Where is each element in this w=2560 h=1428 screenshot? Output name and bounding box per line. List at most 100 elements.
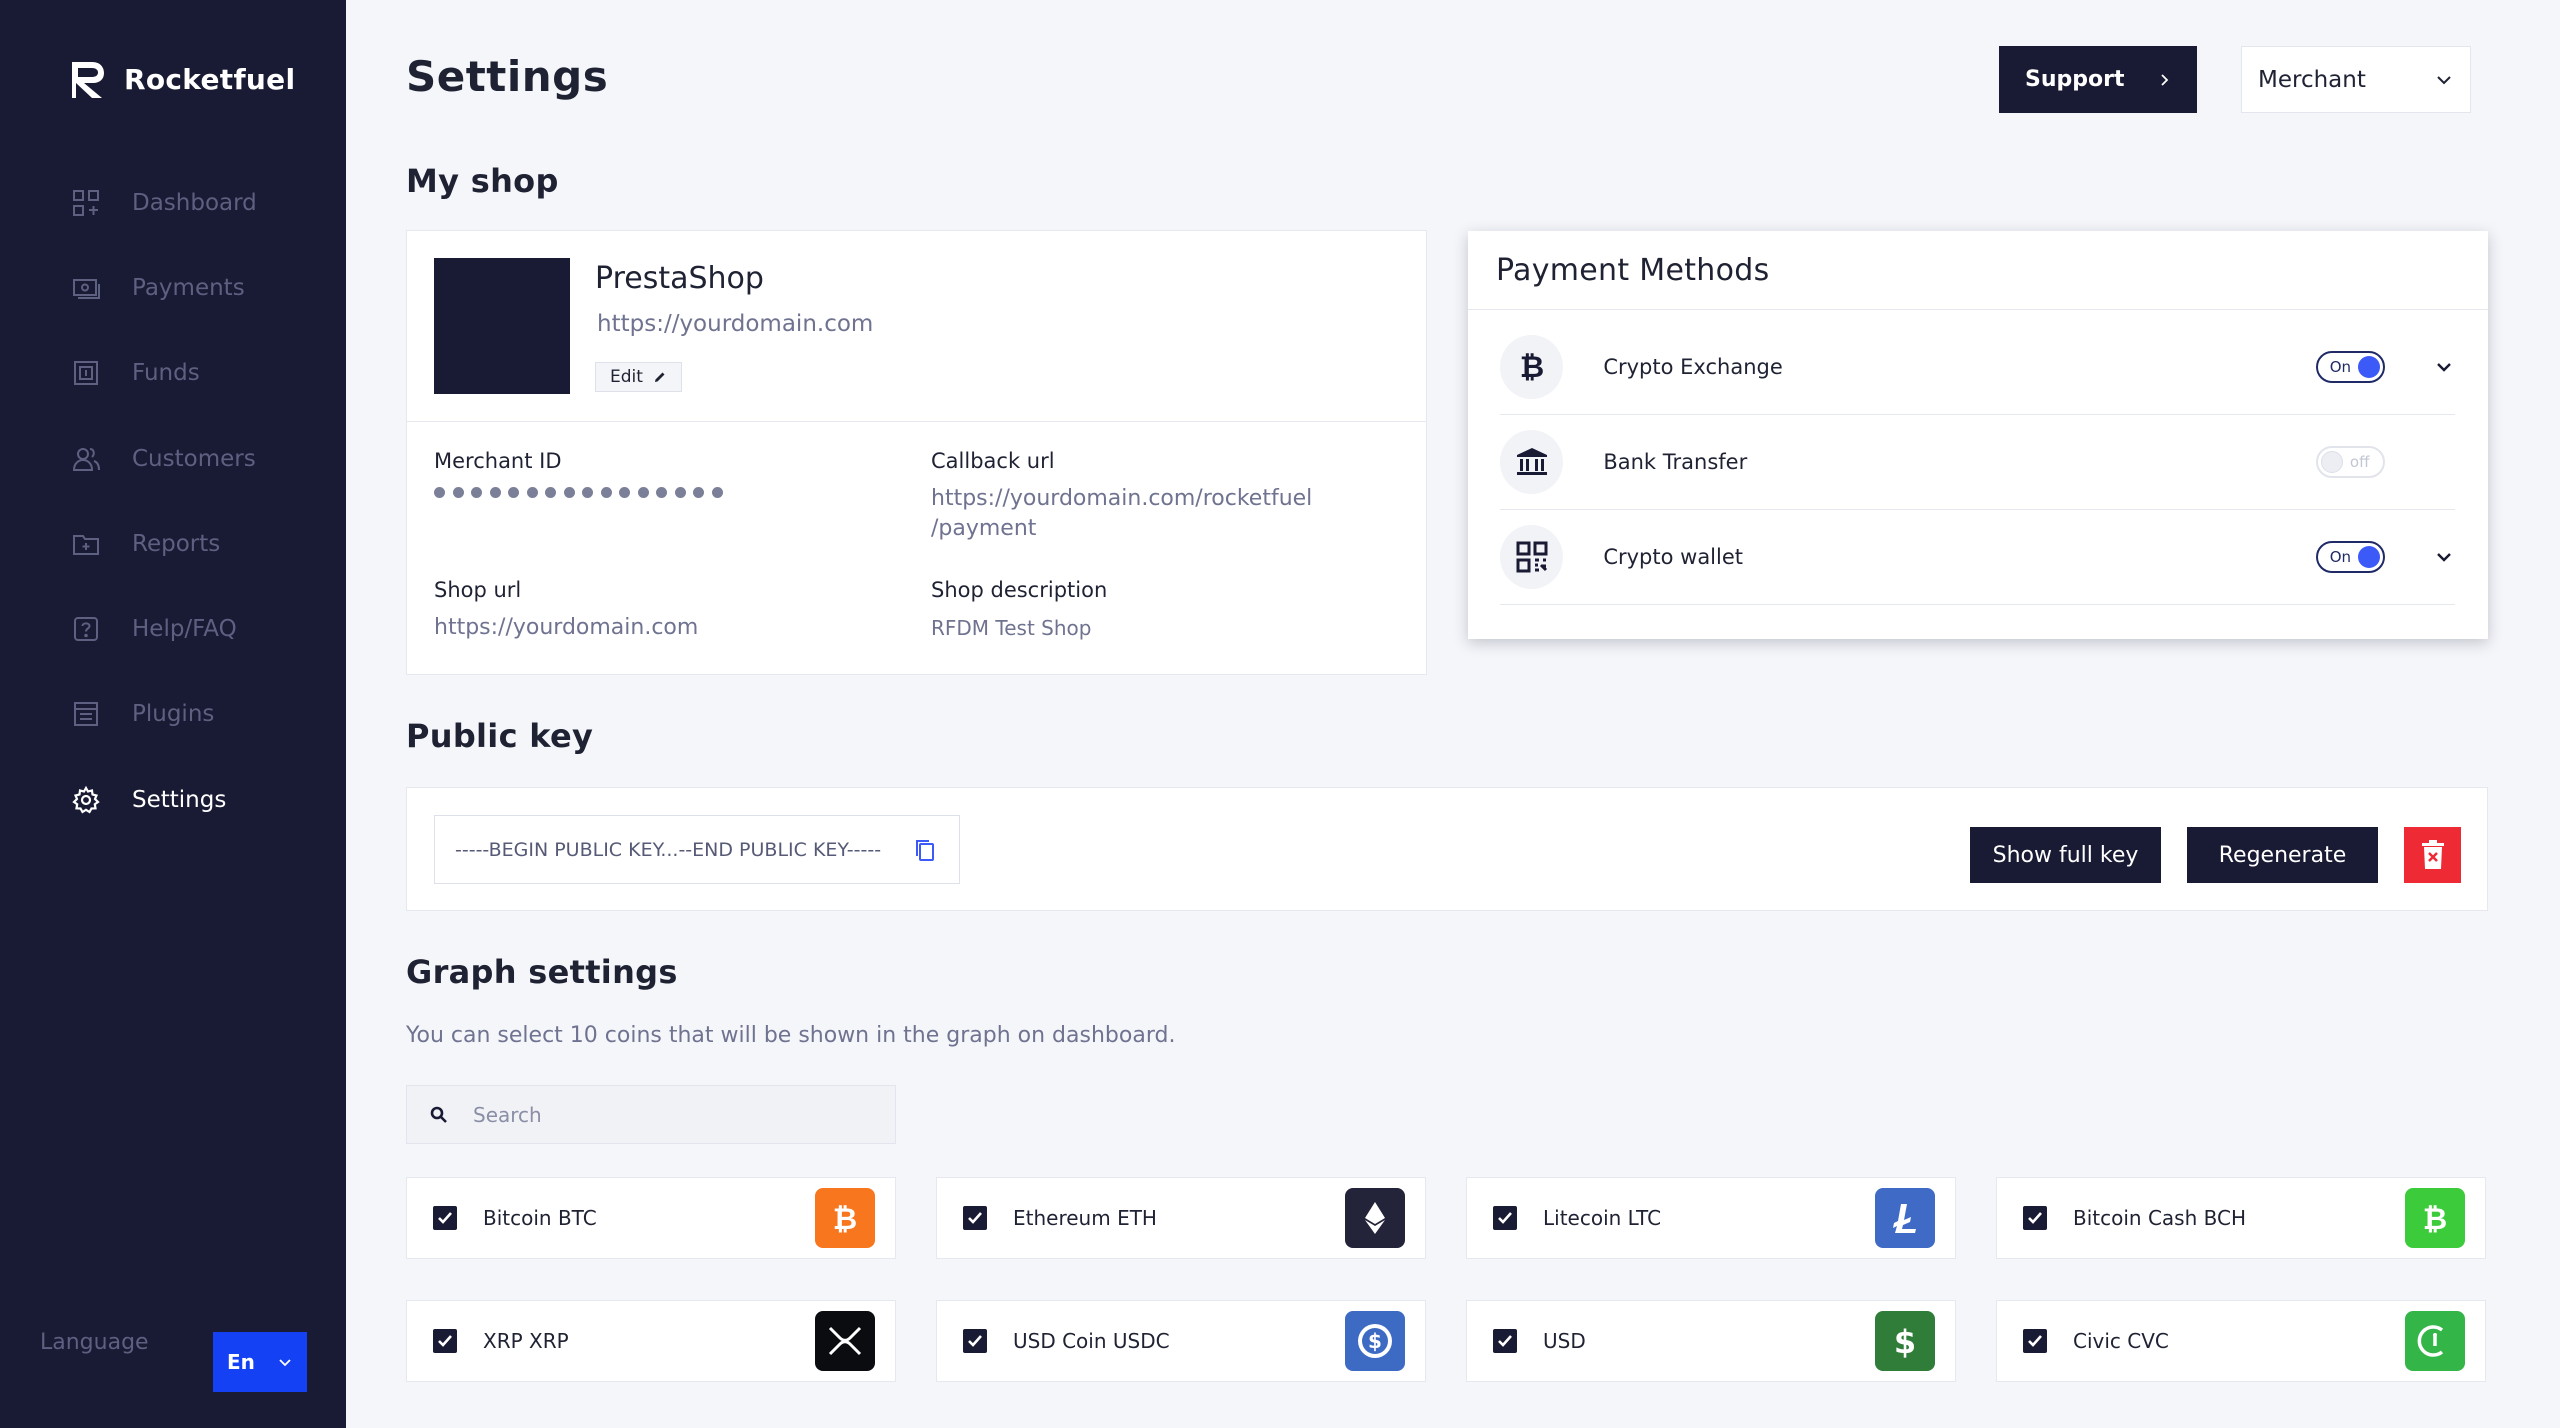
coin-name: Bitcoin Cash BCH <box>2073 1206 2246 1230</box>
coin-card[interactable]: USD Coin USDC $ <box>936 1300 1426 1382</box>
dashboard-icon <box>70 187 102 219</box>
shop-card: PrestaShop https://yourdomain.com Edit M… <box>406 230 1427 675</box>
svg-text:₿: ₿ <box>1519 350 1543 385</box>
divider <box>1468 309 2488 310</box>
coin-checkbox[interactable] <box>433 1329 457 1353</box>
sidebar-item-customers[interactable]: Customers <box>0 416 346 501</box>
sidebar-item-label: Dashboard <box>132 189 257 216</box>
sidebar-item-plugins[interactable]: Plugins <box>0 672 346 757</box>
coin-name: Bitcoin BTC <box>483 1206 597 1230</box>
delete-key-button[interactable] <box>2404 827 2461 883</box>
payment-method-label: Crypto Exchange <box>1603 355 1783 379</box>
bank-transfer-toggle[interactable]: off <box>2315 446 2386 478</box>
sidebar-item-label: Customers <box>132 445 256 472</box>
shop-url-value: https://yourdomain.com <box>434 615 699 640</box>
callback-url-label: Callback url <box>931 449 1055 473</box>
payment-method-row: Crypto wallet On <box>1500 510 2455 605</box>
funds-icon <box>70 357 102 389</box>
checkmark-icon <box>2028 1335 2042 1347</box>
coin-card[interactable]: XRP XRP <box>406 1300 896 1382</box>
app-logo[interactable]: Rocketfuel <box>68 58 295 100</box>
checkmark-icon <box>1498 1335 1512 1347</box>
payments-icon <box>70 272 102 304</box>
coin-card[interactable]: Bitcoin BTC ₿ <box>406 1177 896 1259</box>
help-icon <box>70 613 102 645</box>
language-label: Language <box>40 1330 149 1355</box>
role-select-value: Merchant <box>2258 66 2366 93</box>
coin-checkbox[interactable] <box>1493 1329 1517 1353</box>
checkmark-icon <box>968 1212 982 1224</box>
coin-checkbox[interactable] <box>2023 1206 2047 1230</box>
coin-name: USD <box>1543 1329 1586 1353</box>
coin-checkbox[interactable] <box>2023 1329 2047 1353</box>
expand-chevron[interactable] <box>2433 546 2455 568</box>
xrp-icon <box>815 1311 875 1371</box>
dollar-icon: $ <box>1875 1311 1935 1371</box>
chevron-down-icon <box>2437 363 2451 372</box>
edit-shop-button[interactable]: Edit <box>595 362 682 392</box>
public-key-value: -----BEGIN PUBLIC KEY...--END PUBLIC KEY… <box>455 838 882 861</box>
checkmark-icon <box>968 1335 982 1347</box>
bank-icon <box>1500 430 1564 494</box>
chevron-down-icon <box>2437 553 2451 562</box>
coin-card[interactable]: Civic CVC <box>1996 1300 2486 1382</box>
edit-button-label: Edit <box>610 367 643 387</box>
coin-search-input[interactable] <box>473 1102 873 1127</box>
coin-search <box>406 1085 896 1144</box>
support-button[interactable]: Support <box>1999 46 2197 113</box>
coin-card[interactable]: Litecoin LTC <box>1466 1177 1956 1259</box>
reports-icon <box>70 528 102 560</box>
public-key-title: Public key <box>406 717 594 755</box>
divider <box>407 421 1426 422</box>
sidebar-item-settings[interactable]: Settings <box>0 757 346 842</box>
customers-icon <box>70 443 102 475</box>
bitcoin-icon: ₿ <box>1500 335 1564 399</box>
checkmark-icon <box>438 1212 452 1224</box>
my-shop-title: My shop <box>406 162 559 200</box>
civic-icon <box>2405 1311 2465 1371</box>
litecoin-icon <box>1875 1188 1935 1248</box>
sidebar: Rocketfuel Dashboard Payments Funds Cust… <box>0 0 346 1428</box>
graph-settings-title: Graph settings <box>406 953 678 991</box>
coin-card[interactable]: Ethereum ETH <box>936 1177 1426 1259</box>
coin-card[interactable]: Bitcoin Cash BCH ₿ <box>1996 1177 2486 1259</box>
public-key-field[interactable]: -----BEGIN PUBLIC KEY...--END PUBLIC KEY… <box>434 815 960 884</box>
role-select[interactable]: Merchant <box>2241 46 2471 113</box>
svg-text:₿: ₿ <box>2423 1202 2447 1237</box>
sidebar-item-dashboard[interactable]: Dashboard <box>0 160 346 245</box>
payment-methods-title: Payment Methods <box>1496 253 1770 288</box>
regenerate-button[interactable]: Regenerate <box>2187 827 2378 883</box>
shop-description-value: RFDM Test Shop <box>931 616 1092 640</box>
coin-card[interactable]: USD $ <box>1466 1300 1956 1382</box>
coin-checkbox[interactable] <box>963 1329 987 1353</box>
payment-method-row: Bank Transfer off <box>1500 415 2455 510</box>
sidebar-item-payments[interactable]: Payments <box>0 245 346 330</box>
language-select[interactable]: En <box>213 1332 307 1392</box>
show-full-key-button[interactable]: Show full key <box>1970 827 2161 883</box>
copy-icon[interactable] <box>911 836 939 864</box>
sidebar-item-label: Funds <box>132 360 200 387</box>
bitcoin-icon: ₿ <box>815 1188 875 1248</box>
search-icon <box>430 1106 447 1123</box>
pencil-icon <box>654 372 665 382</box>
crypto-wallet-toggle[interactable]: On <box>2315 541 2385 573</box>
support-button-label: Support <box>2025 67 2125 92</box>
sidebar-item-reports[interactable]: Reports <box>0 501 346 586</box>
coin-checkbox[interactable] <box>1493 1206 1517 1230</box>
gear-icon <box>70 784 102 816</box>
crypto-exchange-toggle[interactable]: On <box>2315 351 2385 383</box>
coin-checkbox[interactable] <box>433 1206 457 1230</box>
callback-url-value: https://yourdomain.com/rocketfuel /payme… <box>931 486 1313 541</box>
sidebar-item-help[interactable]: Help/FAQ <box>0 586 346 671</box>
sidebar-nav: Dashboard Payments Funds Customers Repor… <box>0 160 346 842</box>
payment-method-label: Bank Transfer <box>1603 450 1748 474</box>
expand-chevron[interactable] <box>2433 356 2455 378</box>
checkmark-icon <box>2028 1212 2042 1224</box>
sidebar-item-funds[interactable]: Funds <box>0 331 346 416</box>
coin-checkbox[interactable] <box>963 1206 987 1230</box>
public-key-card: -----BEGIN PUBLIC KEY...--END PUBLIC KEY… <box>406 787 2488 911</box>
svg-text:$: $ <box>1894 1323 1916 1361</box>
chevron-down-icon <box>279 1359 291 1367</box>
sidebar-item-label: Reports <box>132 530 221 557</box>
payment-methods-card: Payment Methods ₿ Crypto Exchange On Ban… <box>1468 231 2488 639</box>
